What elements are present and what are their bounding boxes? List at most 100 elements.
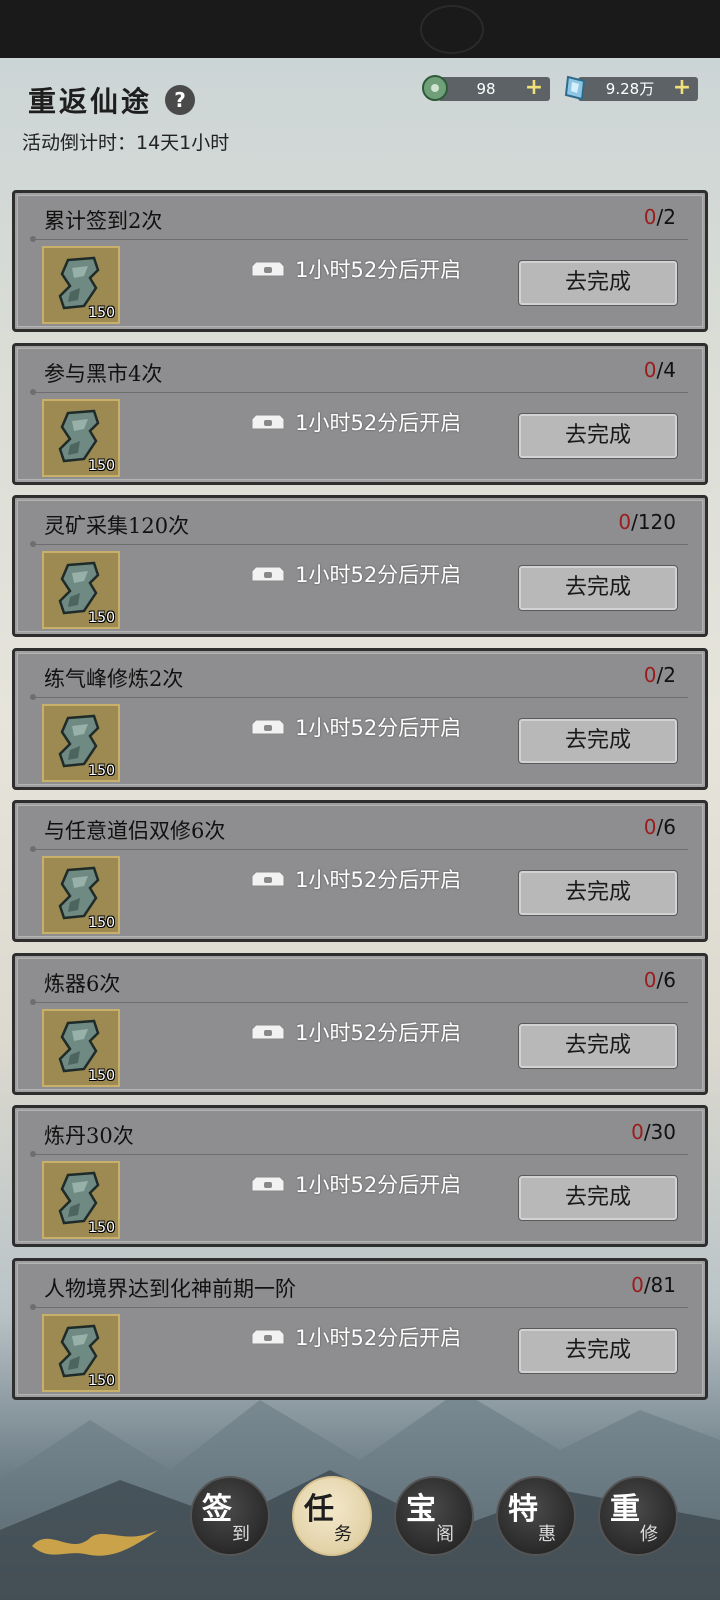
reward-item[interactable]: 150 — [42, 704, 120, 782]
task-progress: 0/2 — [644, 663, 676, 687]
nav-tab[interactable]: 重修 — [598, 1476, 678, 1556]
reward-count: 150 — [88, 1220, 115, 1236]
jade-amount: 98 — [476, 80, 496, 98]
unlock-timer-text: 1小时52分后开启 — [295, 411, 462, 435]
nav-tab-label-main: 重 — [610, 1492, 640, 1527]
task-panel: 炼器6次 0/6 150 1小时52分后开启 去完成 — [17, 958, 703, 1090]
reward-item[interactable]: 150 — [42, 551, 120, 629]
unlock-timer-text: 1小时52分后开启 — [295, 1021, 462, 1045]
reward-item[interactable]: 150 — [42, 246, 120, 324]
task-card: 人物境界达到化神前期一阶 0/81 150 1小时52分后开启 去完成 — [12, 1258, 708, 1400]
add-spirit-stone-button[interactable]: + — [672, 76, 692, 100]
reward-item[interactable]: 150 — [42, 1161, 120, 1239]
nav-tab[interactable]: 特惠 — [496, 1476, 576, 1556]
lock-icon — [251, 1024, 285, 1040]
reward-item[interactable]: 150 — [42, 399, 120, 477]
task-card: 炼器6次 0/6 150 1小时52分后开启 去完成 — [12, 953, 708, 1095]
nav-tab-label-main: 宝 — [406, 1492, 436, 1527]
go-complete-button[interactable]: 去完成 — [518, 260, 678, 306]
divider — [30, 694, 688, 700]
page-title: 重返仙途 — [28, 85, 153, 118]
help-icon[interactable]: ? — [165, 85, 196, 115]
reward-count: 150 — [88, 763, 115, 779]
task-progress: 0/30 — [631, 1120, 676, 1144]
task-progress: 0/6 — [644, 968, 676, 992]
task-progress-current: 0 — [643, 358, 657, 382]
go-complete-button[interactable]: 去完成 — [518, 1328, 678, 1374]
task-card: 与任意道侣双修6次 0/6 150 1小时52分后开启 去完成 — [12, 800, 708, 942]
reward-count: 150 — [88, 610, 115, 626]
task-name: 炼器6次 — [44, 972, 121, 996]
task-card: 灵矿采集120次 0/120 150 1小时52分后开启 去完成 — [12, 495, 708, 637]
task-card: 参与黑市4次 0/4 150 1小时52分后开启 去完成 — [12, 343, 708, 485]
go-complete-button[interactable]: 去完成 — [518, 718, 678, 764]
go-complete-button[interactable]: 去完成 — [518, 1175, 678, 1221]
nav-tab[interactable]: 宝阁 — [394, 1476, 474, 1556]
reward-count: 150 — [88, 1373, 115, 1389]
go-complete-button[interactable]: 去完成 — [518, 870, 678, 916]
task-name: 炼丹30次 — [44, 1124, 134, 1148]
task-progress-current: 0 — [643, 815, 657, 839]
task-progress: 0/2 — [644, 205, 676, 229]
nav-tab-label-sub: 阁 — [436, 1524, 454, 1545]
unlock-timer-text: 1小时52分后开启 — [295, 1326, 462, 1350]
spirit-stone-amount: 9.28万 — [605, 80, 655, 98]
task-card: 练气峰修炼2次 0/2 150 1小时52分后开启 去完成 — [12, 648, 708, 790]
task-panel: 与任意道侣双修6次 0/6 150 1小时52分后开启 去完成 — [17, 805, 703, 937]
task-progress-current: 0 — [631, 1273, 644, 1297]
nav-tab-label-sub: 到 — [232, 1524, 250, 1545]
lock-icon — [251, 719, 285, 735]
reward-item[interactable]: 150 — [42, 1314, 120, 1392]
lock-icon — [251, 1176, 285, 1192]
reward-count: 150 — [88, 458, 115, 474]
top-status-bar — [0, 0, 720, 58]
lock-icon — [251, 414, 285, 430]
reward-item[interactable]: 150 — [42, 856, 120, 934]
task-progress-current: 0 — [631, 1120, 644, 1144]
divider — [30, 1304, 688, 1310]
add-jade-button[interactable]: + — [524, 76, 544, 100]
task-progress: 0/4 — [644, 358, 676, 382]
go-complete-button[interactable]: 去完成 — [518, 1023, 678, 1069]
divider — [30, 846, 688, 852]
bottom-nav: 签到任务宝阁特惠重修 — [0, 1476, 720, 1600]
reward-count: 150 — [88, 305, 115, 321]
task-progress-total: /2 — [656, 663, 676, 687]
task-progress-current: 0 — [643, 663, 657, 687]
task-card: 累计签到2次 0/2 150 1小时52分后开启 去完成 — [12, 190, 708, 332]
unlock-timer-text: 1小时52分后开启 — [295, 1173, 462, 1197]
unlock-timer-text: 1小时52分后开启 — [295, 258, 462, 282]
unlock-timer: 1小时52分后开启 — [250, 712, 461, 742]
task-progress-total: /6 — [656, 968, 676, 992]
unlock-timer-text: 1小时52分后开启 — [295, 563, 462, 587]
task-progress-total: /4 — [656, 358, 676, 382]
divider — [30, 541, 688, 547]
task-panel: 参与黑市4次 0/4 150 1小时52分后开启 去完成 — [17, 348, 703, 480]
divider — [30, 999, 688, 1005]
task-progress-total: /6 — [656, 815, 676, 839]
unlock-timer: 1小时52分后开启 — [250, 559, 461, 589]
reward-count: 150 — [88, 915, 115, 931]
reward-item[interactable]: 150 — [42, 1009, 120, 1087]
unlock-timer: 1小时52分后开启 — [250, 254, 461, 284]
nav-tab[interactable]: 任务 — [292, 1476, 372, 1556]
task-name: 灵矿采集120次 — [44, 514, 190, 538]
task-progress-current: 0 — [643, 205, 657, 229]
event-countdown: 活动倒计时：14天1小时 — [22, 132, 230, 154]
task-name: 与任意道侣双修6次 — [44, 819, 226, 843]
lock-icon — [251, 261, 285, 277]
task-name: 练气峰修炼2次 — [44, 667, 184, 691]
divider — [30, 1151, 688, 1157]
divider — [30, 236, 688, 242]
go-complete-button[interactable]: 去完成 — [518, 413, 678, 459]
reward-count: 150 — [88, 1068, 115, 1084]
task-name: 人物境界达到化神前期一阶 — [44, 1277, 296, 1301]
unlock-timer: 1小时52分后开启 — [250, 864, 461, 894]
task-progress-total: /81 — [643, 1273, 676, 1297]
go-complete-button[interactable]: 去完成 — [518, 565, 678, 611]
task-panel: 灵矿采集120次 0/120 150 1小时52分后开启 去完成 — [17, 500, 703, 632]
nav-tab[interactable]: 签到 — [190, 1476, 270, 1556]
task-progress: 0/6 — [644, 815, 676, 839]
task-name: 累计签到2次 — [44, 209, 163, 233]
task-progress: 0/81 — [631, 1273, 676, 1297]
